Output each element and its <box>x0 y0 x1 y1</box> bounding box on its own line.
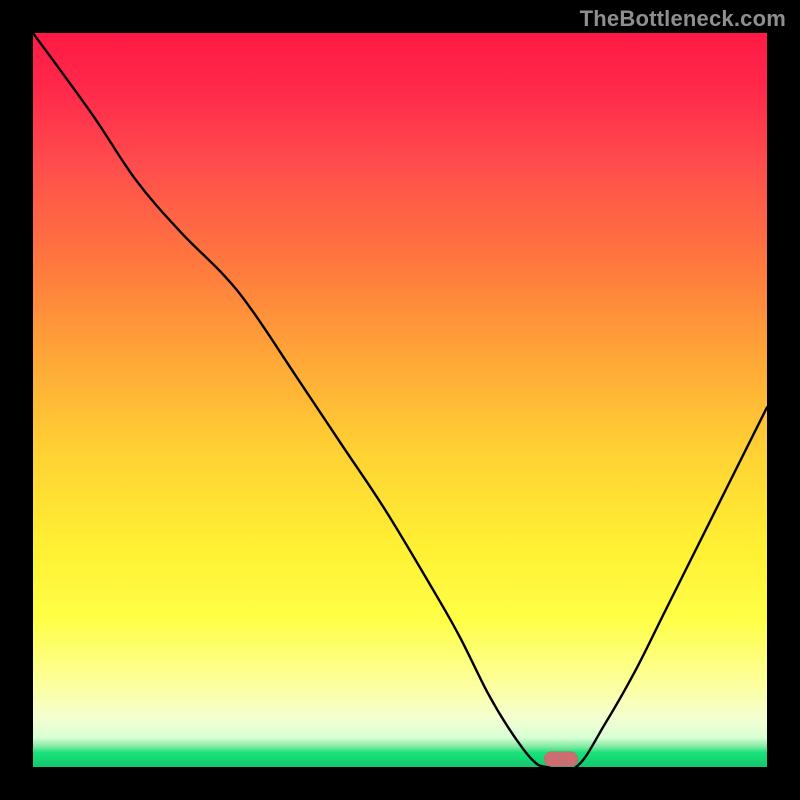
optimal-marker <box>544 752 578 767</box>
chart-frame: TheBottleneck.com <box>0 0 800 800</box>
spectrum-gradient <box>33 33 767 767</box>
watermark-label: TheBottleneck.com <box>580 6 786 32</box>
plot-area <box>33 33 767 767</box>
